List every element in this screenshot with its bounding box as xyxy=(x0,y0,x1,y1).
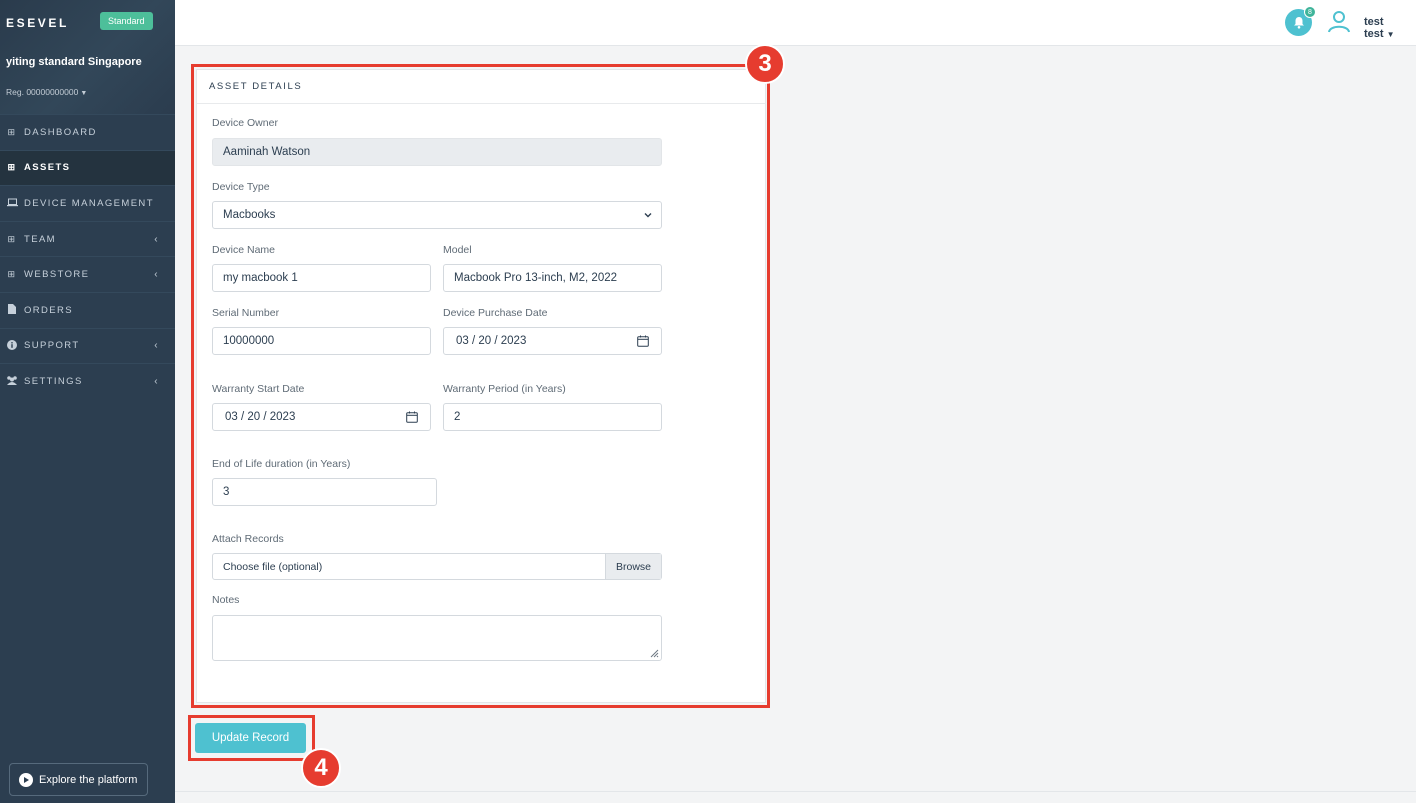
play-icon xyxy=(19,772,33,787)
sidebar-item-label: TEAM xyxy=(24,233,56,245)
grid-icon: ⊞ xyxy=(7,162,17,173)
sidebar-item-label: ORDERS xyxy=(24,304,74,316)
users-icon xyxy=(6,375,18,387)
org-name: yiting standard Singapore xyxy=(6,56,142,68)
org-reg-number: Reg. 00000000000 xyxy=(6,87,79,97)
brand-logo[interactable]: ESEVEL xyxy=(6,16,69,30)
caret-down-icon: ▼ xyxy=(1386,30,1395,39)
annotation-step-badge: 4 xyxy=(301,748,341,788)
sidebar-item-label: DEVICE MANAGEMENT xyxy=(24,197,154,209)
annotation-highlight-form xyxy=(191,64,770,708)
user-avatar-icon[interactable] xyxy=(1327,9,1351,33)
grid-icon: ⊞ xyxy=(7,233,17,244)
sidebar-item-device-management[interactable]: DEVICE MANAGEMENT xyxy=(0,185,175,221)
document-icon xyxy=(6,304,18,316)
user-name: test test xyxy=(1364,16,1384,40)
footer-divider xyxy=(175,791,1416,792)
sidebar-item-label: ASSETS xyxy=(24,162,71,174)
chevron-left-icon: ‹ xyxy=(154,375,159,387)
annotation-highlight-button xyxy=(188,715,315,761)
sidebar-item-dashboard[interactable]: ⊞ DASHBOARD xyxy=(0,114,175,150)
notification-count-badge: 8 xyxy=(1304,6,1316,18)
caret-down-icon: ▼ xyxy=(80,90,88,97)
info-icon xyxy=(6,339,18,352)
sidebar-item-team[interactable]: ⊞ TEAM ‹ xyxy=(0,220,175,257)
laptop-icon xyxy=(6,198,18,209)
sidebar-item-assets[interactable]: ⊞ ASSETS xyxy=(0,149,175,186)
grid-icon: ⊞ xyxy=(7,269,17,280)
plan-badge: Standard xyxy=(100,12,153,30)
bell-icon xyxy=(1293,17,1304,29)
sidebar-item-settings[interactable]: SETTINGS ‹ xyxy=(0,363,175,399)
sidebar-item-webstore[interactable]: ⊞ WEBSTORE ‹ xyxy=(0,256,175,292)
org-switcher[interactable]: Reg. 00000000000 ▼ xyxy=(6,87,87,97)
chevron-left-icon: ‹ xyxy=(154,233,159,245)
sidebar-item-label: SETTINGS xyxy=(24,375,83,387)
sidebar-item-label: DASHBOARD xyxy=(24,126,97,138)
sidebar-item-orders[interactable]: ORDERS xyxy=(0,291,175,328)
user-menu[interactable]: test test ▼ xyxy=(1364,16,1416,40)
explore-label: Explore the platform xyxy=(39,773,138,786)
sidebar-nav: ⊞ DASHBOARD ⊞ ASSETS DEVICE MANAGEMENT ⊞… xyxy=(0,114,175,399)
chevron-left-icon: ‹ xyxy=(154,269,159,281)
grid-icon: ⊞ xyxy=(7,126,17,137)
chevron-left-icon: ‹ xyxy=(154,340,159,352)
sidebar-item-label: WEBSTORE xyxy=(24,269,90,281)
explore-platform-button[interactable]: Explore the platform xyxy=(9,763,148,796)
sidebar: ESEVEL Standard yiting standard Singapor… xyxy=(0,0,175,803)
sidebar-header: ESEVEL Standard yiting standard Singapor… xyxy=(0,0,175,114)
sidebar-item-support[interactable]: SUPPORT ‹ xyxy=(0,327,175,364)
topbar: 8 test test ▼ xyxy=(175,0,1416,46)
annotation-step-badge: 3 xyxy=(745,44,785,84)
sidebar-item-label: SUPPORT xyxy=(24,340,80,352)
